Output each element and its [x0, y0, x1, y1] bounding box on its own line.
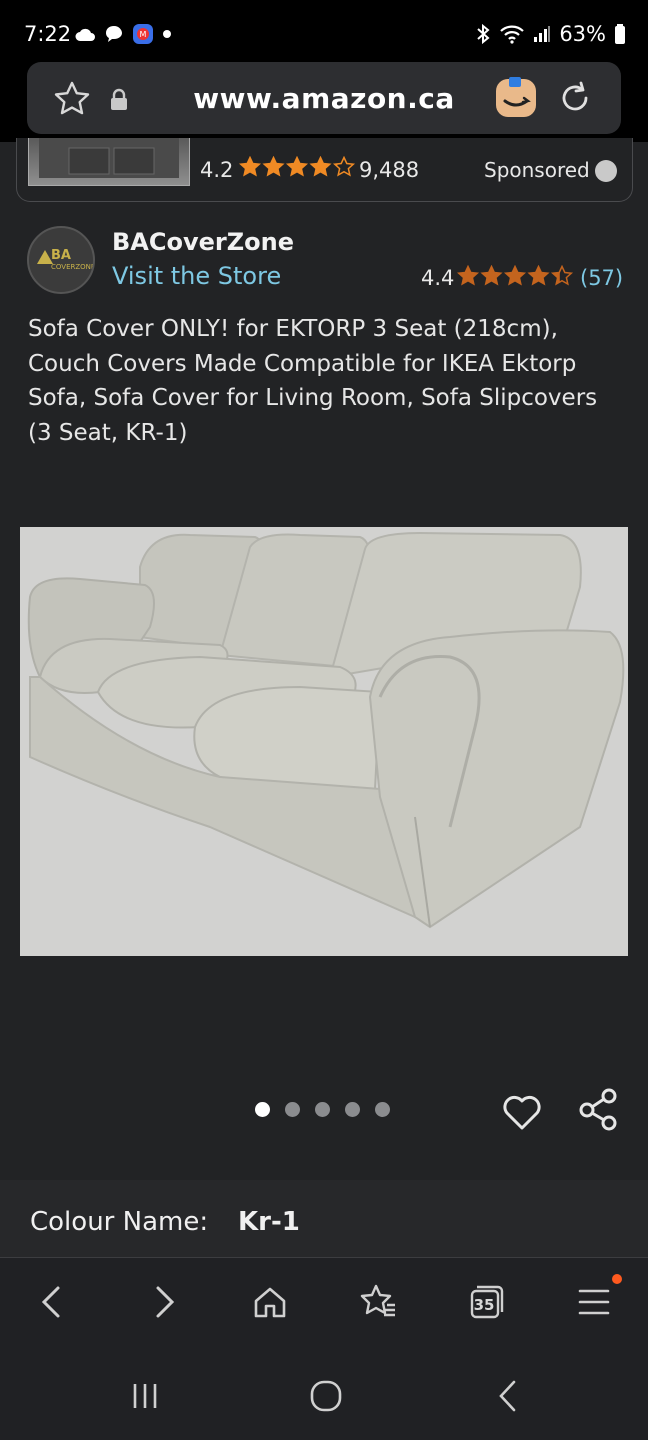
bookmarks-star-icon — [360, 1284, 395, 1317]
product-title: Sofa Cover ONLY! for EKTORP 3 Seat (218c… — [28, 316, 598, 446]
reload-icon[interactable] — [557, 80, 593, 116]
back-button[interactable] — [28, 1278, 76, 1326]
sponsored-rating-value: 4.2 — [200, 158, 234, 182]
sponsored-star-rating — [238, 155, 357, 182]
bluetooth-icon — [477, 23, 490, 45]
system-navigation-bar — [0, 1348, 648, 1440]
sponsored-review-count[interactable]: 9,488 — [359, 158, 419, 182]
star-rating-icon — [238, 155, 356, 177]
share-icon — [579, 1088, 617, 1131]
sponsored-label[interactable]: Sponsored — [484, 158, 590, 182]
menu-notification-dot — [612, 1274, 622, 1284]
seller-logo[interactable]: BA COVERZONE — [27, 226, 95, 294]
battery-percent: 63% — [559, 22, 606, 46]
hamburger-menu-icon — [578, 1289, 610, 1315]
sponsored-info-icon[interactable] — [595, 160, 617, 182]
image-pagination[interactable] — [255, 1102, 390, 1117]
browser-toolbar: www.amazon.ca — [0, 62, 648, 142]
star-rating-icon — [456, 264, 574, 286]
dot-indicator-icon — [163, 30, 171, 38]
recent-apps-button[interactable] — [123, 1376, 167, 1416]
system-back-button[interactable] — [486, 1376, 530, 1416]
sponsored-product-card[interactable]: 4.2 9,488 Sponsored — [16, 138, 633, 202]
tabs-button[interactable]: 35 — [462, 1278, 510, 1326]
back-chevron-icon — [499, 1380, 516, 1412]
colour-name-value: Kr-1 — [238, 1207, 300, 1237]
pagination-dot[interactable] — [255, 1102, 270, 1117]
signal-icon — [534, 26, 551, 42]
product-star-rating[interactable] — [456, 264, 575, 291]
heart-icon — [503, 1095, 541, 1130]
home-system-button[interactable] — [304, 1376, 348, 1416]
system-indicators: 63% — [475, 22, 626, 46]
notification-icons: M — [74, 23, 172, 45]
svg-text:M: M — [140, 30, 147, 39]
cloud-icon — [75, 28, 95, 41]
chat-bubble-icon — [106, 26, 122, 42]
pagination-dot[interactable] — [285, 1102, 300, 1117]
pagination-dot[interactable] — [375, 1102, 390, 1117]
share-button[interactable] — [576, 1086, 622, 1132]
pagination-dot[interactable] — [345, 1102, 360, 1117]
battery-icon — [615, 24, 625, 44]
bookmarks-button[interactable] — [354, 1278, 402, 1326]
status-bar: 7:22 M 63% — [0, 0, 648, 66]
chevron-left-icon — [41, 1286, 60, 1318]
chevron-right-icon — [156, 1286, 175, 1318]
product-image[interactable] — [20, 527, 628, 956]
wifi-icon — [500, 25, 525, 44]
colour-name-label: Colour Name: — [30, 1207, 209, 1237]
forward-button[interactable] — [140, 1278, 188, 1326]
home-circle-icon — [310, 1380, 342, 1412]
colour-selector[interactable]: Colour Name: Kr-1 — [0, 1180, 648, 1258]
seller-name[interactable]: BACoverZone — [112, 228, 294, 256]
recent-apps-icon — [133, 1384, 157, 1408]
browser-bottom-bar: 35 — [0, 1258, 648, 1348]
product-review-count[interactable]: (57) — [580, 266, 623, 290]
tabs-count: 35 — [473, 1296, 495, 1314]
address-bar[interactable]: www.amazon.ca — [27, 62, 621, 134]
pagination-dot[interactable] — [315, 1102, 330, 1117]
sponsored-product-thumbnail[interactable] — [28, 138, 190, 186]
clock: 7:22 — [24, 22, 72, 46]
visit-store-link[interactable]: Visit the Store — [112, 262, 281, 290]
logo-subtext: COVERZONE — [51, 263, 95, 271]
amazon-assistant-icon[interactable] — [495, 76, 537, 118]
sofa-image — [20, 527, 628, 956]
home-button[interactable] — [246, 1278, 294, 1326]
menu-button[interactable] — [570, 1278, 618, 1326]
logo-text: BA — [51, 248, 71, 263]
wishlist-button[interactable] — [500, 1090, 544, 1134]
home-icon — [254, 1287, 286, 1318]
product-rating-value: 4.4 — [421, 266, 455, 290]
app-notification-icon: M — [133, 24, 153, 44]
